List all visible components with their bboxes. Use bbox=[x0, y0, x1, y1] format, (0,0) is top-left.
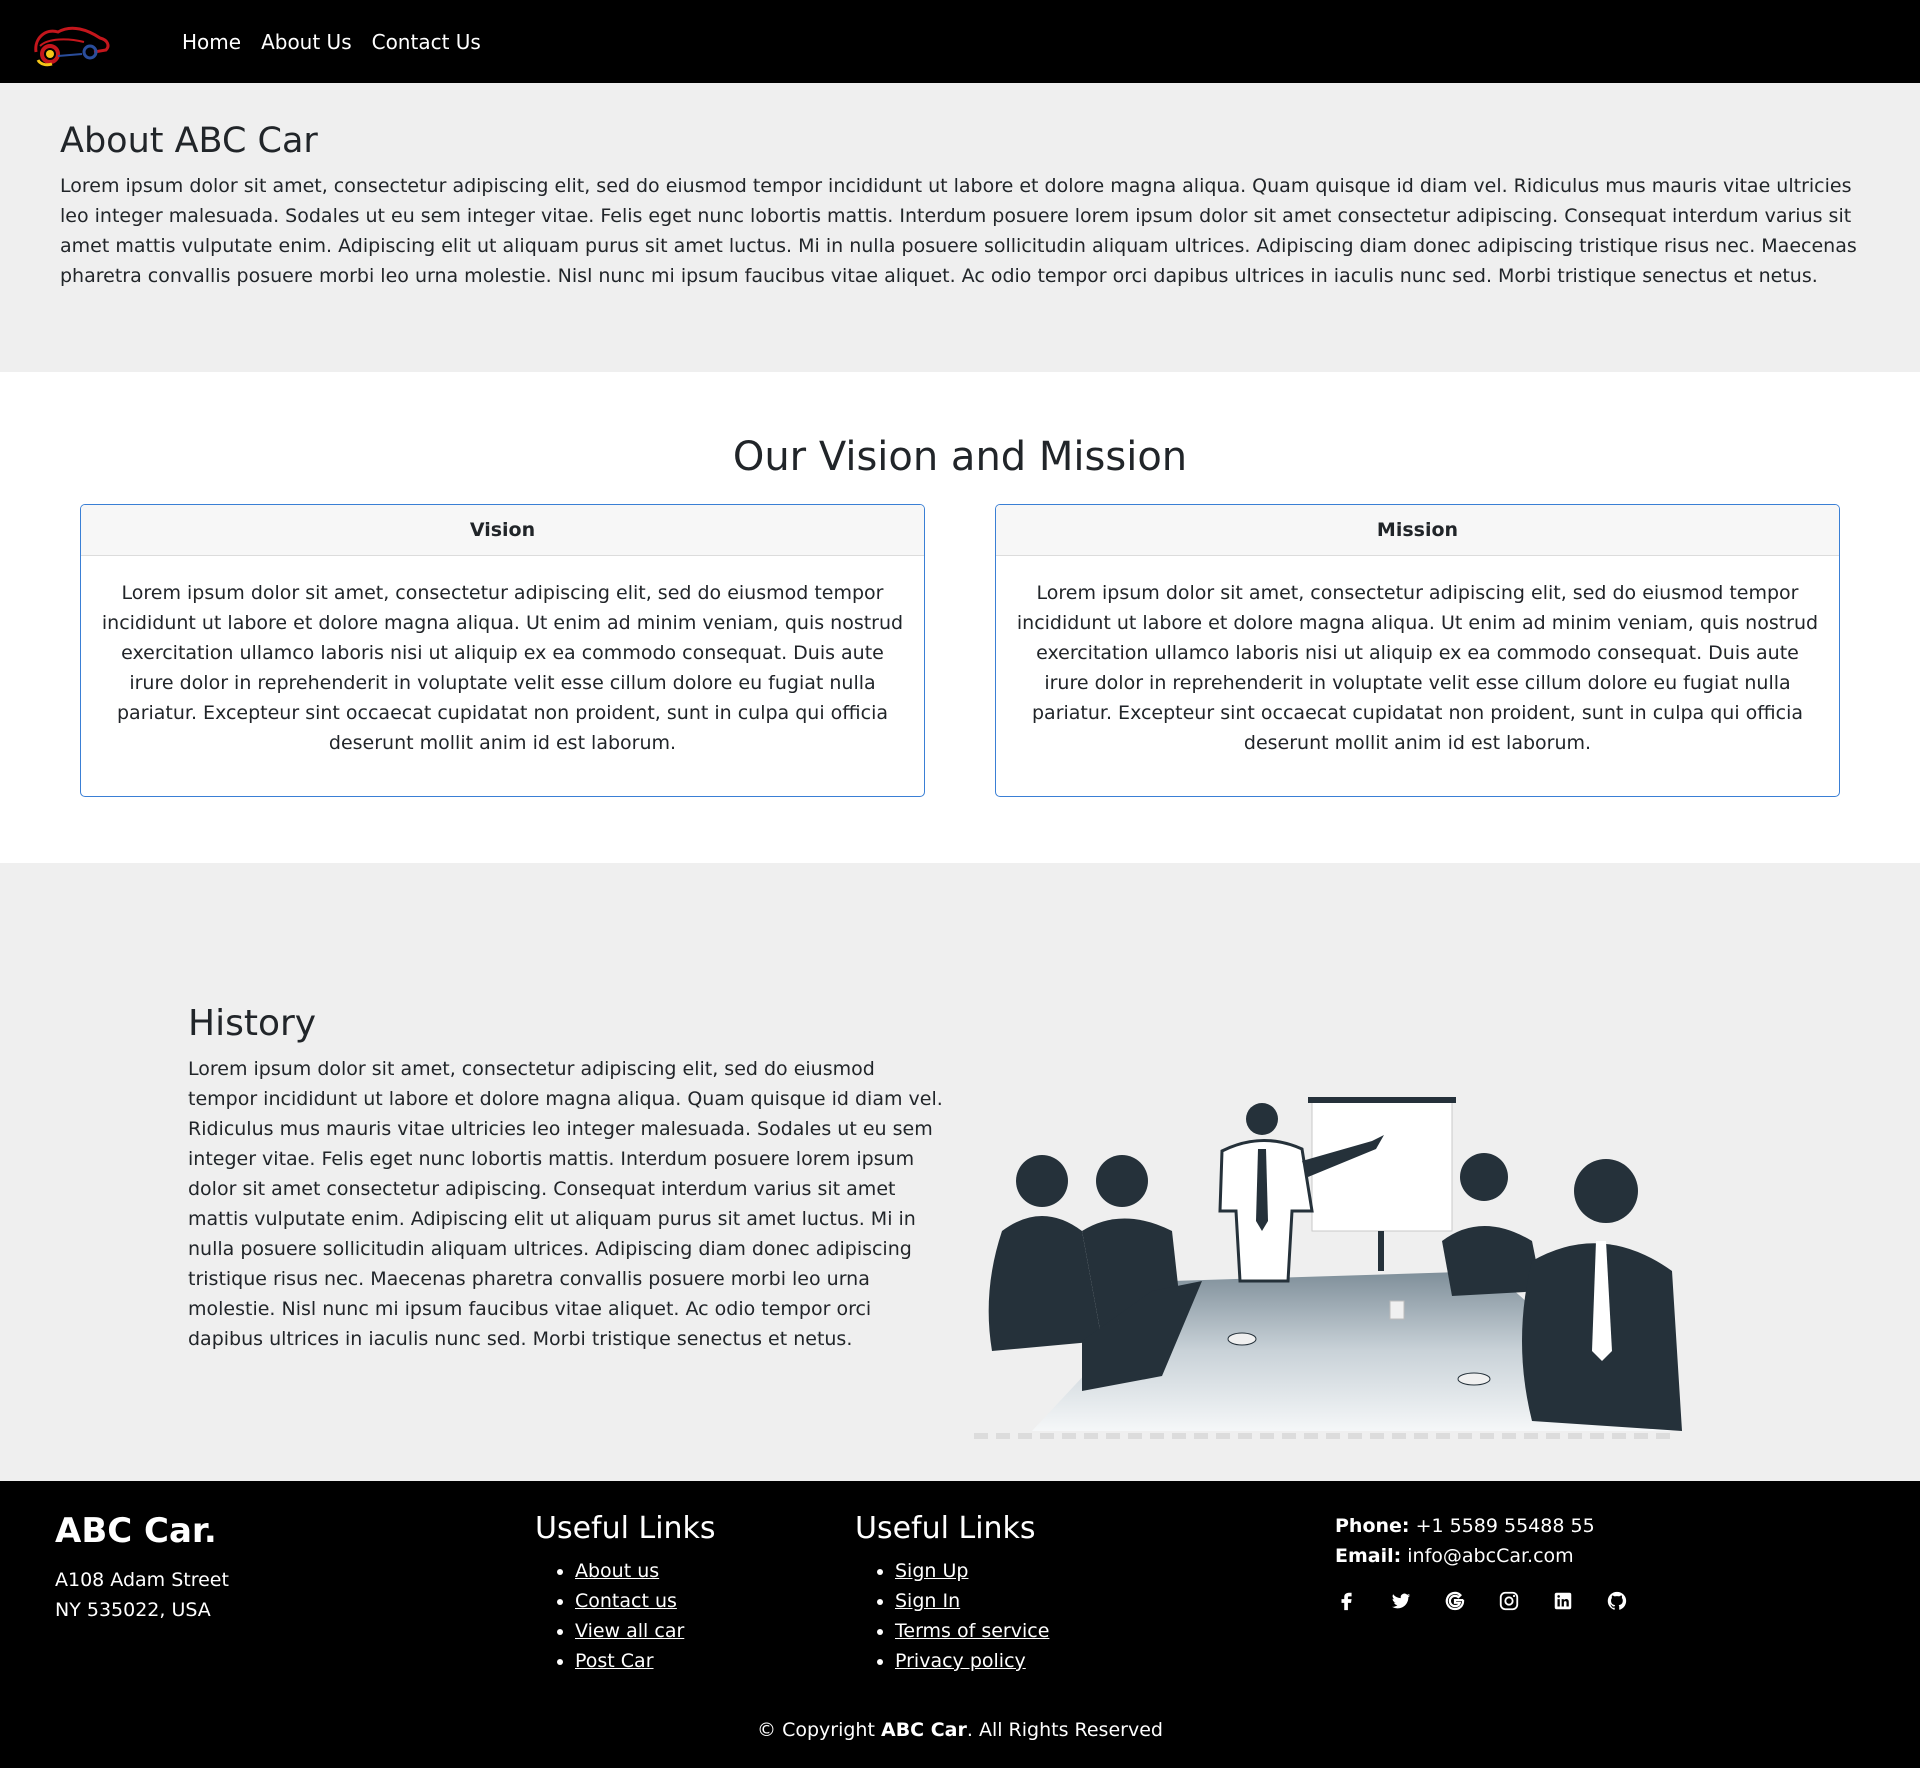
vision-mission-cards: Vision Lorem ipsum dolor sit amet, conse… bbox=[0, 504, 1920, 797]
mission-card: Mission Lorem ipsum dolor sit amet, cons… bbox=[995, 504, 1840, 797]
footer-link-post-car[interactable]: Post Car bbox=[575, 1650, 654, 1672]
footer-address-line1: A108 Adam Street bbox=[55, 1569, 229, 1591]
footer-email: Email: info@abcCar.com bbox=[1335, 1541, 1629, 1571]
list-item: About us bbox=[575, 1556, 716, 1586]
github-icon[interactable] bbox=[1605, 1589, 1629, 1613]
list-item: Privacy policy bbox=[895, 1646, 1049, 1676]
history-content: History Lorem ipsum dolor sit amet, cons… bbox=[188, 1003, 948, 1354]
about-title: About ABC Car bbox=[60, 121, 318, 161]
footer-links-column-1: Useful Links About us Contact us View al… bbox=[535, 1511, 716, 1676]
footer-phone: Phone: +1 5589 55488 55 bbox=[1335, 1511, 1629, 1541]
footer-email-label: Email: bbox=[1335, 1545, 1402, 1567]
history-title: History bbox=[188, 1003, 317, 1044]
instagram-icon[interactable] bbox=[1497, 1589, 1521, 1613]
list-item: Sign Up bbox=[895, 1556, 1049, 1586]
footer-links-column-2: Useful Links Sign Up Sign In Terms of se… bbox=[855, 1511, 1049, 1676]
footer-link-about-us[interactable]: About us bbox=[575, 1560, 659, 1582]
copyright-prefix: © Copyright bbox=[757, 1719, 875, 1741]
footer-phone-value: +1 5589 55488 55 bbox=[1415, 1515, 1595, 1537]
footer-contact-column: Phone: +1 5589 55488 55 Email: info@abcC… bbox=[1335, 1511, 1629, 1613]
footer-link-view-all-car[interactable]: View all car bbox=[575, 1620, 684, 1642]
nav-home-link[interactable]: Home bbox=[182, 30, 241, 54]
top-navbar: Home About Us Contact Us bbox=[0, 0, 1920, 83]
footer: ABC Car. A108 Adam Street NY 535022, USA… bbox=[0, 1481, 1920, 1768]
history-section: History Lorem ipsum dolor sit amet, cons… bbox=[0, 863, 1920, 1481]
footer-link-terms[interactable]: Terms of service bbox=[895, 1620, 1049, 1642]
footer-phone-label: Phone: bbox=[1335, 1515, 1410, 1537]
nav-contact-link[interactable]: Contact Us bbox=[372, 30, 481, 54]
history-text: Lorem ipsum dolor sit amet, consectetur … bbox=[188, 1058, 943, 1350]
twitter-icon[interactable] bbox=[1389, 1589, 1413, 1613]
footer-links-list-1: About us Contact us View all car Post Ca… bbox=[535, 1556, 716, 1676]
list-item: Terms of service bbox=[895, 1616, 1049, 1646]
footer-links-title-2: Useful Links bbox=[855, 1511, 1036, 1546]
nav-about-link[interactable]: About Us bbox=[261, 30, 352, 54]
about-text: Lorem ipsum dolor sit amet, consectetur … bbox=[60, 175, 1857, 287]
footer-links-list-2: Sign Up Sign In Terms of service Privacy… bbox=[855, 1556, 1049, 1676]
vision-card: Vision Lorem ipsum dolor sit amet, conse… bbox=[80, 504, 925, 797]
facebook-icon[interactable] bbox=[1335, 1589, 1359, 1613]
footer-link-contact-us[interactable]: Contact us bbox=[575, 1590, 677, 1612]
list-item: Sign In bbox=[895, 1586, 1049, 1616]
list-item: View all car bbox=[575, 1616, 716, 1646]
vision-mission-title: Our Vision and Mission bbox=[732, 434, 1188, 480]
vision-card-text: Lorem ipsum dolor sit amet, consectetur … bbox=[101, 582, 904, 754]
about-section: About ABC Car Lorem ipsum dolor sit amet… bbox=[0, 83, 1920, 372]
car-logo-icon[interactable] bbox=[28, 16, 112, 68]
copyright: © Copyright ABC Car. All Rights Reserved bbox=[0, 1719, 1920, 1741]
footer-email-value: info@abcCar.com bbox=[1407, 1545, 1574, 1567]
footer-brand-column: ABC Car. A108 Adam Street NY 535022, USA bbox=[55, 1511, 229, 1625]
social-links bbox=[1335, 1589, 1629, 1613]
vision-mission-section: Our Vision and Mission Vision Lorem ipsu… bbox=[0, 372, 1920, 863]
footer-brand: ABC Car. bbox=[55, 1511, 217, 1551]
list-item: Contact us bbox=[575, 1586, 716, 1616]
copyright-brand: ABC Car bbox=[880, 1719, 967, 1741]
footer-link-sign-in[interactable]: Sign In bbox=[895, 1590, 960, 1612]
mission-card-header: Mission bbox=[996, 505, 1839, 556]
footer-address-line2: NY 535022, USA bbox=[55, 1599, 211, 1621]
mission-card-text: Lorem ipsum dolor sit amet, consectetur … bbox=[1016, 582, 1819, 754]
footer-links-title-1: Useful Links bbox=[535, 1511, 716, 1546]
linkedin-icon[interactable] bbox=[1551, 1589, 1575, 1613]
vision-card-header: Vision bbox=[81, 505, 924, 556]
business-meeting-illustration bbox=[972, 1091, 1692, 1451]
list-item: Post Car bbox=[575, 1646, 716, 1676]
footer-link-sign-up[interactable]: Sign Up bbox=[895, 1560, 968, 1582]
google-icon[interactable] bbox=[1443, 1589, 1467, 1613]
copyright-suffix: . All Rights Reserved bbox=[966, 1719, 1163, 1741]
footer-link-privacy[interactable]: Privacy policy bbox=[895, 1650, 1026, 1672]
